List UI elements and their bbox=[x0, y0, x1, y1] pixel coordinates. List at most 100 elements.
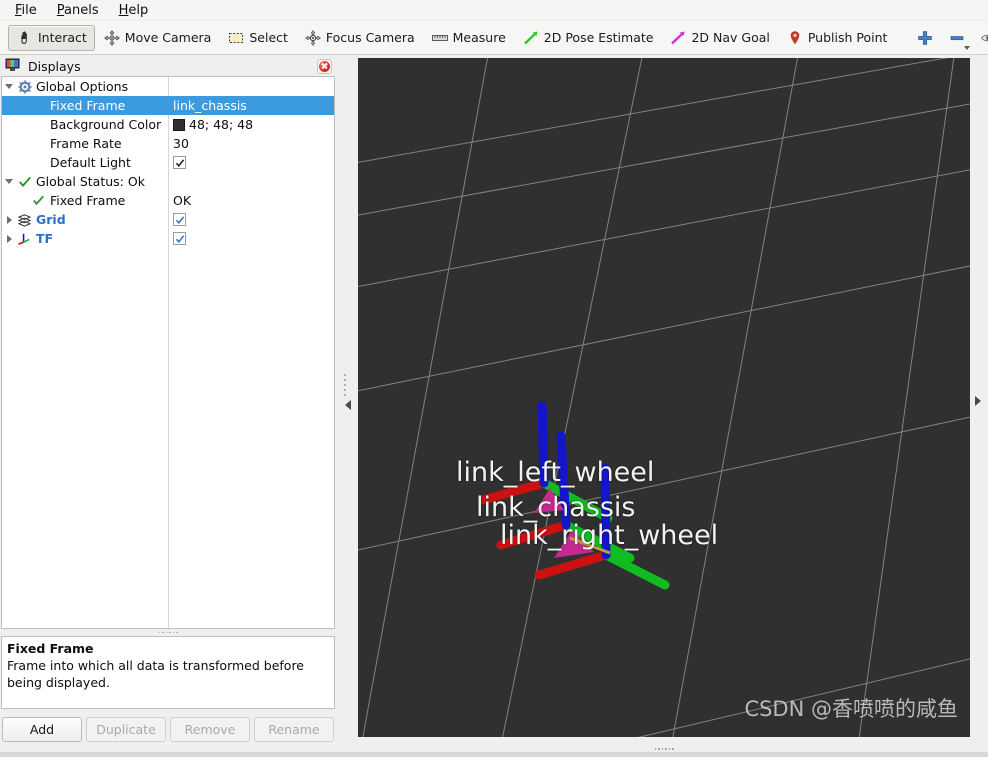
tree-row-value[interactable]: 48; 48; 48 bbox=[168, 117, 334, 132]
twisty-expanded[interactable] bbox=[2, 84, 16, 89]
tree-row-background-color[interactable]: Background Color 48; 48; 48 bbox=[2, 115, 334, 134]
duplicate-display-button: Duplicate bbox=[86, 717, 166, 742]
focus-camera-icon bbox=[304, 29, 322, 47]
tree-row-value[interactable]: 30 bbox=[168, 136, 334, 151]
tool-publish-point[interactable]: Publish Point bbox=[778, 25, 896, 51]
tool-select-label: Select bbox=[249, 30, 288, 45]
tool-select[interactable]: Select bbox=[219, 25, 296, 51]
tree-row-left: Fixed Frame bbox=[2, 98, 168, 113]
tree-row-left: Grid bbox=[2, 212, 168, 227]
displays-icon bbox=[5, 57, 23, 75]
toolbar: Interact Move Camera Select Focus Camera… bbox=[0, 21, 988, 55]
duplicate-display-label: Duplicate bbox=[96, 722, 156, 737]
menu-file[interactable]: File bbox=[6, 1, 48, 20]
tree-row-global-status[interactable]: Global Status: Ok bbox=[2, 172, 334, 191]
menu-panels-rest: anels bbox=[64, 2, 99, 18]
green-arrow-icon bbox=[522, 29, 540, 47]
remove-display-button: Remove bbox=[170, 717, 250, 742]
tool-move-camera-label: Move Camera bbox=[124, 30, 212, 45]
fixed-frame-value: link_chassis bbox=[173, 98, 247, 113]
tree-row-left: Fixed Frame bbox=[2, 193, 168, 208]
tree-row-status-fixed-frame[interactable]: Fixed Frame OK bbox=[2, 191, 334, 210]
remove-display-label: Remove bbox=[184, 722, 236, 737]
frame-rate-value: 30 bbox=[173, 136, 189, 151]
gear-icon bbox=[16, 79, 33, 94]
close-displays-panel-button[interactable] bbox=[317, 58, 332, 74]
menubar: File Panels Help bbox=[0, 0, 988, 21]
select-rect-icon bbox=[227, 29, 245, 47]
displays-tree[interactable]: Global Options Fixed Frame link_chassis bbox=[1, 76, 335, 629]
chevron-down-icon[interactable] bbox=[964, 45, 971, 50]
add-tool-button[interactable] bbox=[909, 25, 941, 51]
render-view-3d[interactable]: link_left_wheel link_chassis link_right_… bbox=[358, 58, 970, 737]
menu-help[interactable]: Help bbox=[110, 1, 160, 20]
handle-dots bbox=[344, 374, 346, 396]
description-title: Fixed Frame bbox=[7, 641, 94, 656]
add-display-button[interactable]: Add bbox=[2, 717, 82, 742]
tool-2d-pose-estimate[interactable]: 2D Pose Estimate bbox=[514, 25, 662, 51]
tree-row-value[interactable] bbox=[168, 156, 334, 169]
tree-row-value[interactable] bbox=[168, 213, 334, 226]
twisty-expanded[interactable] bbox=[2, 179, 16, 184]
tree-row-left: Global Status: Ok bbox=[2, 174, 168, 189]
tool-measure[interactable]: Measure bbox=[423, 25, 514, 51]
remove-tool-button[interactable] bbox=[941, 25, 973, 51]
chevron-right-icon[interactable] bbox=[975, 395, 981, 406]
tree-row-fixed-frame[interactable]: Fixed Frame link_chassis bbox=[2, 96, 334, 115]
tf-label-link-chassis: link_chassis bbox=[476, 492, 636, 523]
right-dock-collapse-handle[interactable] bbox=[968, 56, 988, 745]
tool-interact[interactable]: Interact bbox=[8, 24, 95, 51]
menu-panels[interactable]: Panels bbox=[48, 1, 110, 20]
panel-splitter[interactable] bbox=[0, 629, 336, 636]
tree-row-default-light[interactable]: Default Light bbox=[2, 153, 334, 172]
tool-move-camera[interactable]: Move Camera bbox=[95, 25, 220, 51]
tree-label: Fixed Frame bbox=[50, 193, 126, 208]
menu-help-accel: H bbox=[118, 2, 129, 18]
tree-row-frame-rate[interactable]: Frame Rate 30 bbox=[2, 134, 334, 153]
tree-row-grid[interactable]: Grid bbox=[2, 210, 334, 229]
tree-row-left: Background Color bbox=[2, 117, 168, 132]
tool-focus-camera[interactable]: Focus Camera bbox=[296, 25, 423, 51]
property-description: Fixed Frame Frame into which all data is… bbox=[1, 636, 335, 709]
menu-file-rest: ile bbox=[21, 2, 37, 18]
default-light-checkbox[interactable] bbox=[173, 156, 186, 169]
tf-label-link-right-wheel: link_right_wheel bbox=[500, 520, 719, 551]
check-icon bbox=[30, 194, 47, 207]
tf-label-link-left-wheel: link_left_wheel bbox=[456, 457, 655, 488]
twisty-collapsed[interactable] bbox=[2, 215, 16, 224]
visibility-button[interactable] bbox=[973, 25, 988, 51]
tool-2d-nav-goal[interactable]: 2D Nav Goal bbox=[661, 25, 777, 51]
tool-measure-label: Measure bbox=[452, 30, 506, 45]
menu-help-rest: elp bbox=[128, 2, 149, 18]
tree-label: Global Status: Ok bbox=[36, 174, 145, 189]
tree-label: Global Options bbox=[36, 79, 129, 94]
tree-row-value[interactable] bbox=[168, 232, 334, 245]
displays-panel-titlebar: Displays bbox=[0, 56, 336, 76]
check-icon bbox=[16, 175, 33, 189]
tree-label: Frame Rate bbox=[50, 136, 122, 151]
tree-row-global-options[interactable]: Global Options bbox=[2, 77, 334, 96]
scene-canvas bbox=[358, 58, 970, 737]
close-icon bbox=[319, 60, 330, 72]
tree-label: TF bbox=[36, 231, 54, 246]
background-color-value: 48; 48; 48 bbox=[189, 117, 254, 132]
tree-label: Default Light bbox=[50, 155, 131, 170]
tree-row-left: Default Light bbox=[2, 155, 168, 170]
tree-label: Fixed Frame bbox=[50, 98, 126, 113]
tf-enabled-checkbox[interactable] bbox=[173, 232, 186, 245]
map-pin-icon bbox=[786, 29, 804, 47]
twisty-collapsed[interactable] bbox=[2, 234, 16, 243]
displays-dock: Displays Global Options Fixed Frame link… bbox=[0, 56, 336, 757]
menu-panels-accel: P bbox=[56, 2, 65, 18]
rename-display-label: Rename bbox=[268, 722, 320, 737]
tool-2d-nav-goal-label: 2D Nav Goal bbox=[691, 30, 770, 45]
tree-row-tf[interactable]: TF bbox=[2, 229, 334, 248]
tree-row-value[interactable]: link_chassis bbox=[168, 98, 334, 113]
left-dock-collapse-handle[interactable] bbox=[338, 56, 358, 745]
magenta-arrow-icon bbox=[669, 29, 687, 47]
tree-label: Background Color bbox=[50, 117, 162, 132]
grid-enabled-checkbox[interactable] bbox=[173, 213, 186, 226]
tree-row-left: Frame Rate bbox=[2, 136, 168, 151]
chevron-left-icon[interactable] bbox=[345, 400, 351, 410]
rviz-window: File Panels Help Interact Move Camera Se… bbox=[0, 0, 988, 757]
